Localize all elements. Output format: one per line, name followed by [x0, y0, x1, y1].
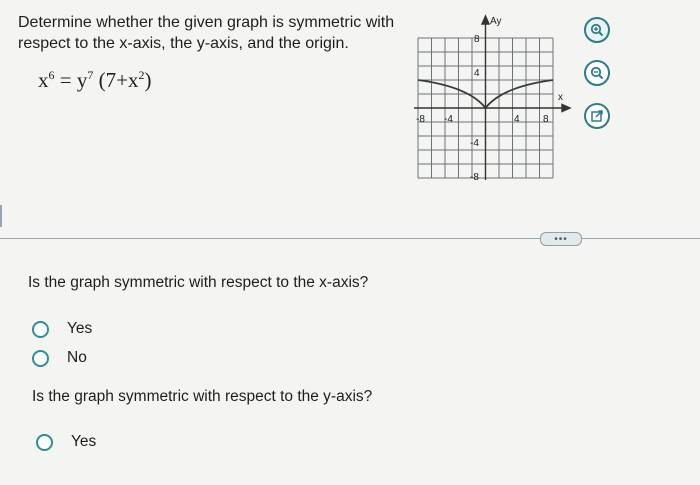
x-tick-label: 8 — [543, 114, 549, 125]
y-tick-label: 8 — [474, 34, 480, 45]
zoom-out-button[interactable] — [584, 60, 610, 86]
graph-axes — [414, 14, 572, 180]
option-x-axis-no[interactable]: No — [32, 349, 87, 367]
y-tick-label: 4 — [474, 68, 480, 79]
option-label: Yes — [71, 433, 97, 450]
x-axis-label: x — [558, 92, 563, 103]
equation: x6 = y7 (7+x2) — [38, 68, 151, 93]
more-options-button[interactable]: ••• — [540, 232, 582, 246]
section-divider — [0, 238, 700, 239]
eq-plus: + — [116, 68, 128, 92]
question-y-axis: Is the graph symmetric with respect to t… — [32, 388, 373, 405]
option-label: No — [67, 349, 87, 366]
option-label: Yes — [67, 320, 93, 337]
eq-inner-const: 7 — [105, 68, 117, 92]
x-tick-label: -4 — [444, 114, 453, 125]
y-axis-label: Ay — [490, 16, 502, 27]
zoom-in-button[interactable] — [584, 17, 610, 43]
eq-paren-close: ) — [144, 68, 152, 92]
open-in-new-window-button[interactable] — [584, 103, 610, 129]
problem-prompt: Determine whether the given graph is sym… — [18, 14, 395, 52]
eq-rhs-exp: 7 — [87, 68, 94, 82]
zoom-out-icon — [590, 66, 604, 80]
y-tick-label: -8 — [470, 172, 479, 183]
radio-button[interactable] — [36, 433, 53, 451]
left-edge-marker — [0, 205, 8, 227]
eq-inner-base: x — [127, 68, 139, 92]
zoom-in-icon — [590, 23, 604, 37]
external-link-icon — [591, 110, 603, 122]
x-tick-label: 4 — [514, 114, 520, 125]
x-tick-label: -8 — [416, 114, 425, 125]
option-x-axis-yes[interactable]: Yes — [32, 320, 92, 338]
eq-lhs-exp: 6 — [48, 68, 55, 82]
question-x-axis: Is the graph symmetric with respect to t… — [28, 274, 369, 291]
eq-lhs-base: x — [38, 68, 49, 92]
eq-equals: = — [59, 68, 72, 92]
eq-rhs-base: y — [76, 68, 88, 92]
radio-button[interactable] — [32, 320, 49, 338]
option-y-axis-yes[interactable]: Yes — [36, 433, 96, 451]
eq-paren-open: ( — [98, 68, 106, 92]
function-graph: Ay x -8 -4 4 8 8 4 -4 -8 — [414, 14, 572, 183]
y-tick-label: -4 — [470, 138, 479, 149]
radio-button[interactable] — [32, 349, 49, 367]
